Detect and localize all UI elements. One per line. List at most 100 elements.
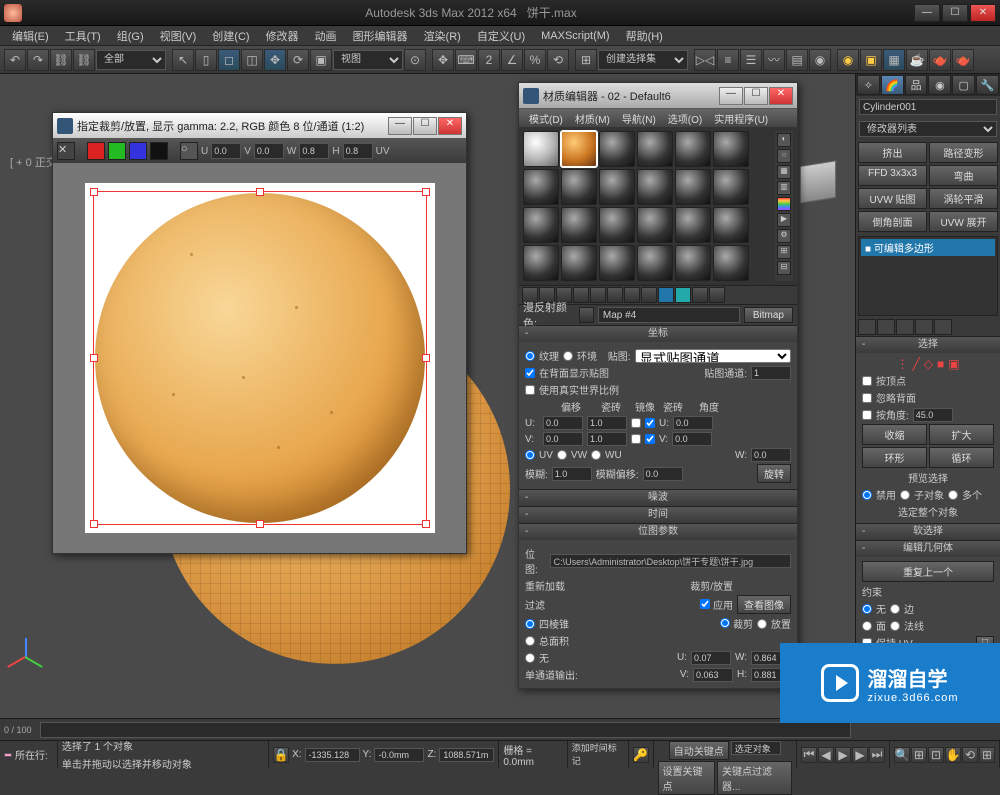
unlink-button[interactable]: ⛓ xyxy=(73,49,95,71)
tab-display[interactable]: ▢ xyxy=(952,75,975,95)
crop-dialog-titlebar[interactable]: 指定裁剪/放置, 显示 gamma: 2.2, RGB 颜色 8 位/通道 (1… xyxy=(53,113,466,139)
menu-animation[interactable]: 动画 xyxy=(307,26,345,46)
select-manip-button[interactable]: ✥ xyxy=(432,49,454,71)
time-slider[interactable] xyxy=(40,722,851,738)
minimize-button[interactable]: — xyxy=(914,4,940,22)
by-vertex-check[interactable] xyxy=(862,376,872,386)
material-slot-13[interactable] xyxy=(523,207,559,243)
mat-menu-mode[interactable]: 模式(D) xyxy=(523,109,569,127)
material-slot-17[interactable] xyxy=(675,207,711,243)
rollout-coords-header[interactable]: 坐标 xyxy=(519,326,797,342)
material-id-button[interactable] xyxy=(641,287,657,303)
crop-handle-l[interactable] xyxy=(90,354,98,362)
apply-check[interactable] xyxy=(700,599,710,609)
rollout-editgeom-header[interactable]: 编辑几何体 xyxy=(856,541,1000,557)
material-slot-3[interactable] xyxy=(599,131,635,167)
btn-uvwmap[interactable]: UVW 贴图 xyxy=(858,188,927,209)
add-time-tag[interactable]: 添加时间标记 xyxy=(572,741,624,767)
maximize-button[interactable]: ☐ xyxy=(942,4,968,22)
tab-modify[interactable]: 🌈 xyxy=(881,75,904,95)
by-angle-check[interactable] xyxy=(862,410,872,420)
material-slot-10[interactable] xyxy=(637,169,673,205)
v-tile-spin[interactable] xyxy=(587,432,627,446)
close-button[interactable]: ✕ xyxy=(970,4,996,22)
btn-bevelprofile[interactable]: 倒角剖面 xyxy=(858,211,927,232)
repeat-last-button[interactable]: 重复上一个 xyxy=(862,561,994,582)
v-offset-spin[interactable] xyxy=(543,432,583,446)
menu-edit[interactable]: 编辑(E) xyxy=(4,26,57,46)
spinner-snap-button[interactable]: ⟲ xyxy=(547,49,569,71)
crop-v-field[interactable] xyxy=(254,143,284,159)
select-region-button[interactable]: ◻ xyxy=(218,49,240,71)
sample-type-icon[interactable]: ◐ xyxy=(777,133,791,147)
material-slot-8[interactable] xyxy=(561,169,597,205)
material-slot-11[interactable] xyxy=(675,169,711,205)
material-slot-9[interactable] xyxy=(599,169,635,205)
material-slot-16[interactable] xyxy=(637,207,673,243)
quick-render-button[interactable]: ☕ xyxy=(906,49,928,71)
prev-frame-button[interactable]: ◀ xyxy=(818,747,834,763)
loop-button[interactable]: 循环 xyxy=(929,447,994,468)
preview-disable-radio[interactable] xyxy=(862,490,872,500)
menu-tools[interactable]: 工具(T) xyxy=(57,26,109,46)
key-icon[interactable]: 🔑 xyxy=(633,747,649,763)
ring-button[interactable]: 环形 xyxy=(862,447,927,468)
blur-spin[interactable] xyxy=(552,467,592,481)
menu-maxscript[interactable]: MAXScript(M) xyxy=(533,28,617,44)
menu-views[interactable]: 视图(V) xyxy=(152,26,205,46)
reset-map-button[interactable] xyxy=(573,287,589,303)
curve-editor-button[interactable]: 〰 xyxy=(763,49,785,71)
layer-button[interactable]: ☰ xyxy=(740,49,762,71)
next-frame-button[interactable]: ▶ xyxy=(852,747,868,763)
go-forward-button[interactable] xyxy=(709,287,725,303)
u-angle-spin[interactable] xyxy=(673,416,713,430)
background-icon[interactable]: ▦ xyxy=(777,165,791,179)
sumarea-radio[interactable] xyxy=(525,636,535,646)
material-slot-18[interactable] xyxy=(713,207,749,243)
pan-button[interactable]: ✋ xyxy=(945,747,961,763)
material-slot-12[interactable] xyxy=(713,169,749,205)
bp-u-spin[interactable] xyxy=(691,651,731,665)
none-filter-radio[interactable] xyxy=(525,653,535,663)
menu-help[interactable]: 帮助(H) xyxy=(618,26,671,46)
crop-handle-r[interactable] xyxy=(422,354,430,362)
mat-menu-options[interactable]: 选项(O) xyxy=(662,109,708,127)
map-type-button[interactable]: Bitmap xyxy=(744,307,793,323)
constrain-face-radio[interactable] xyxy=(862,621,872,631)
tab-utilities[interactable]: 🔧 xyxy=(976,75,999,95)
orbit-button[interactable]: ⟲ xyxy=(962,747,978,763)
bp-v-spin[interactable] xyxy=(693,668,733,682)
u-tile-spin[interactable] xyxy=(587,416,627,430)
keyboard-shortcut-button[interactable]: ⌨ xyxy=(455,49,477,71)
mat-menu-util[interactable]: 实用程序(U) xyxy=(708,109,774,127)
show-end-button[interactable] xyxy=(877,319,895,335)
align-button[interactable]: ≡ xyxy=(717,49,739,71)
material-slot-6[interactable] xyxy=(713,131,749,167)
constrain-edge-radio[interactable] xyxy=(890,604,900,614)
poly-icon[interactable]: ■ xyxy=(937,357,944,371)
v-mirror-check[interactable] xyxy=(631,434,641,444)
map-channel-dropdown[interactable]: 显式贴图通道 xyxy=(635,349,791,363)
crop-handle-tl[interactable] xyxy=(90,188,98,196)
redo-button[interactable]: ↷ xyxy=(27,49,49,71)
options-icon[interactable]: ⚙ xyxy=(777,229,791,243)
monochrome-button[interactable]: ○ xyxy=(180,142,198,160)
u-mirror-check[interactable] xyxy=(631,418,641,428)
mat-max-button[interactable]: ☐ xyxy=(744,87,768,105)
x-field[interactable] xyxy=(305,748,360,762)
material-slot-4[interactable] xyxy=(637,131,673,167)
show-back-check[interactable] xyxy=(525,368,535,378)
ref-coord-dropdown[interactable]: 视图 xyxy=(333,50,403,70)
rollout-noise-header[interactable]: 噪波 xyxy=(519,490,797,506)
real-world-check[interactable] xyxy=(525,385,535,395)
menu-modifiers[interactable]: 修改器 xyxy=(258,26,307,46)
link-button[interactable]: ⛓ xyxy=(50,49,72,71)
make-unique-stack-button[interactable] xyxy=(896,319,914,335)
crop-max-button[interactable]: ☐ xyxy=(413,117,437,135)
material-slot-24[interactable] xyxy=(713,245,749,281)
channel-red-button[interactable] xyxy=(87,142,105,160)
rollout-selection-header[interactable]: 选择 xyxy=(856,337,1000,353)
zoom-button[interactable]: 🔍 xyxy=(894,747,910,763)
show-map-button[interactable] xyxy=(658,287,674,303)
select-button[interactable]: ↖ xyxy=(172,49,194,71)
